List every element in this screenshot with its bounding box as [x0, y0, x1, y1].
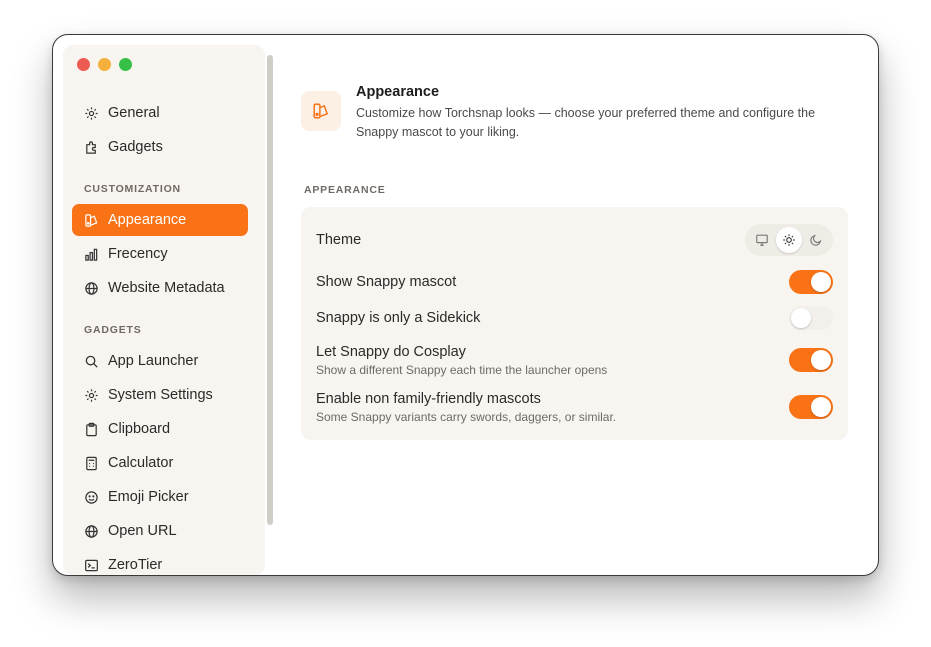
appearance-header-icon [301, 91, 341, 131]
toggle-knob [811, 272, 831, 292]
sun-icon [783, 234, 795, 246]
sidebar-item-label: App Launcher [108, 353, 199, 369]
window-controls [77, 58, 132, 71]
setting-row-cosplay: Let Snappy do Cosplay Show a different S… [316, 344, 833, 377]
sidebar-item-label: Gadgets [108, 139, 163, 155]
toggle-knob [811, 397, 831, 417]
gear-icon [85, 106, 98, 120]
puzzle-icon [86, 140, 96, 154]
sidebar-item-label: Open URL [108, 523, 177, 539]
sidebar-item-app-launcher[interactable]: App Launcher [72, 345, 248, 377]
palette-icon [313, 103, 329, 119]
monitor-icon [756, 234, 769, 246]
main-content: Appearance Customize how Torchsnap looks… [283, 35, 878, 575]
setting-label: Enable non family-friendly mascots [316, 391, 541, 407]
sidebar-item-label: Website Metadata [108, 280, 225, 296]
setting-description: Some Snappy variants carry swords, dagge… [316, 410, 617, 424]
calculator-icon [86, 456, 97, 470]
sidebar-item-general[interactable]: General [72, 97, 248, 129]
palette-icon [85, 213, 98, 227]
non-family-friendly-toggle[interactable] [789, 395, 833, 419]
sidebar-item-open-url[interactable]: Open URL [72, 515, 248, 547]
sidebar-item-appearance[interactable]: Appearance [72, 204, 248, 236]
search-icon [85, 355, 98, 368]
moon-icon [809, 234, 821, 246]
sidebar-item-frecency[interactable]: Frecency [72, 238, 248, 270]
sidekick-toggle[interactable] [789, 306, 833, 330]
sidebar-item-label: Calculator [108, 455, 174, 471]
close-button[interactable] [77, 58, 90, 71]
appearance-settings-card: Theme Show Snappy mascot Snappy is only … [301, 207, 848, 440]
toggle-knob [791, 308, 811, 328]
sidebar-item-label: General [108, 105, 160, 121]
sidebar-item-label: Appearance [108, 212, 187, 228]
theme-light-button[interactable] [775, 227, 802, 253]
sidebar-item-label: System Settings [108, 387, 213, 403]
settings-window: General Gadgets CUSTOMIZATION Appearance… [52, 34, 879, 576]
sidebar-item-label: ZeroTier [108, 557, 163, 573]
show-mascot-toggle[interactable] [789, 270, 833, 294]
sidebar-item-label: Emoji Picker [108, 489, 189, 505]
globe-icon [85, 281, 98, 295]
zoom-button[interactable] [119, 58, 132, 71]
sidebar: General Gadgets CUSTOMIZATION Appearance… [63, 45, 273, 575]
terminal-icon [85, 559, 98, 571]
setting-label: Let Snappy do Cosplay [316, 344, 466, 360]
setting-row-show-mascot: Show Snappy mascot [316, 274, 833, 290]
sidebar-item-label: Clipboard [108, 421, 171, 437]
page-description: Customize how Torchsnap looks — choose y… [356, 106, 816, 139]
sidebar-item-emoji-picker[interactable]: Emoji Picker [72, 481, 248, 513]
cosplay-toggle[interactable] [789, 348, 833, 372]
page-title: Appearance [356, 84, 440, 100]
sidebar-item-clipboard[interactable]: Clipboard [72, 413, 248, 445]
section-label-gadgets: GADGETS [84, 324, 142, 336]
theme-system-button[interactable] [749, 227, 775, 253]
bar-chart-icon [85, 248, 98, 261]
toggle-knob [811, 350, 831, 370]
gear-icon [85, 388, 98, 402]
minimize-button[interactable] [98, 58, 111, 71]
setting-description: Show a different Snappy each time the la… [316, 363, 608, 377]
clipboard-icon [86, 422, 97, 436]
setting-label: Snappy is only a Sidekick [316, 310, 481, 326]
sidebar-item-calculator[interactable]: Calculator [72, 447, 248, 479]
sidebar-scrollbar[interactable] [267, 55, 273, 525]
theme-dark-button[interactable] [803, 227, 829, 253]
theme-selector [745, 224, 833, 256]
setting-label: Show Snappy mascot [316, 274, 457, 290]
group-label-appearance: APPEARANCE [304, 184, 386, 196]
sidebar-item-gadgets[interactable]: Gadgets [72, 131, 248, 163]
sidebar-item-website-metadata[interactable]: Website Metadata [72, 272, 248, 304]
sidebar-item-zerotier[interactable]: ZeroTier [72, 549, 248, 575]
globe-icon [85, 524, 98, 538]
sidebar-item-label: Frecency [108, 246, 168, 262]
setting-row-non-family-friendly: Enable non family-friendly mascots Some … [316, 391, 833, 424]
smiley-icon [85, 490, 98, 504]
setting-row-sidekick: Snappy is only a Sidekick [316, 310, 833, 326]
sidebar-item-system-settings[interactable]: System Settings [72, 379, 248, 411]
section-label-customization: CUSTOMIZATION [84, 183, 181, 195]
